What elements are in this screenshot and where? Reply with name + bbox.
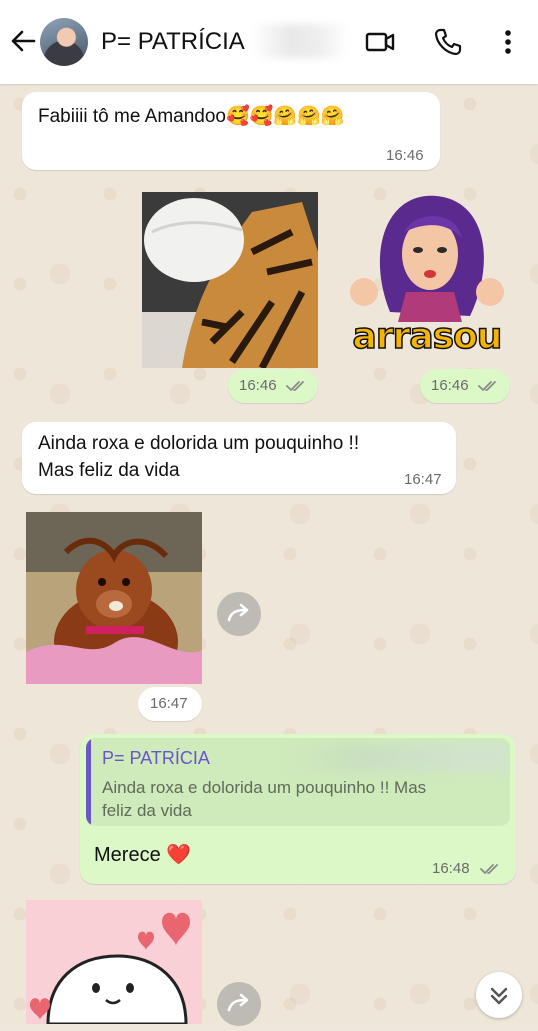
message-time-pill: 16:46 — [228, 369, 318, 403]
message-text-line2: Mas feliz da vida — [38, 460, 180, 481]
quote-accent-bar — [86, 738, 91, 826]
message-time-pill: 16:47 — [138, 687, 202, 721]
message-time-pill: 16:46 — [420, 369, 510, 403]
double-chevron-down-icon — [490, 987, 508, 1005]
message-time: 16:47 — [404, 471, 442, 488]
message-time: 16:46 — [239, 377, 277, 394]
message-text: Fabiiii tô me Amandoo🥰🥰🤗🤗🤗 — [38, 106, 345, 127]
quote-author-redaction-blur — [290, 744, 510, 772]
quoted-message[interactable]: P= PATRÍCIA Ainda roxa e dolorida um pou… — [86, 738, 510, 826]
message-time: 16:46 — [431, 377, 469, 394]
hearts-sticker-art — [30, 912, 190, 1024]
sticker-message-arrasou[interactable]: arrasou — [346, 192, 508, 364]
message-text-line1: Ainda roxa e dolorida um pouquinho !! — [38, 433, 360, 454]
contact-name[interactable]: P= PATRÍCIA — [101, 28, 245, 56]
forward-icon — [227, 993, 249, 1012]
back-arrow-icon[interactable] — [8, 26, 38, 56]
forward-button[interactable] — [217, 982, 261, 1026]
scroll-to-bottom-button[interactable] — [476, 972, 522, 1018]
message-time: 16:48 — [432, 860, 470, 877]
quote-author: P= PATRÍCIA — [102, 748, 210, 768]
incoming-message-bubble[interactable]: Ainda roxa e dolorida um pouquinho !! Ma… — [22, 422, 456, 494]
phone-icon[interactable] — [432, 26, 464, 58]
message-text: Merece ❤️ — [94, 844, 192, 866]
message-time: 16:47 — [150, 695, 188, 712]
quote-text: Ainda roxa e dolorida um pouquinho !! Ma… — [102, 776, 502, 822]
sticker-message-hearts[interactable] — [26, 900, 202, 1024]
read-receipt-icon — [286, 381, 304, 392]
quote-line2: feliz da vida — [102, 801, 192, 820]
name-redaction-blur — [252, 24, 348, 58]
read-receipt-icon — [480, 864, 498, 875]
read-receipt-icon — [478, 381, 496, 392]
orangutan-photo — [26, 512, 202, 684]
forward-button[interactable] — [217, 592, 261, 636]
forward-icon — [227, 603, 249, 622]
contact-avatar[interactable] — [40, 18, 88, 66]
tiger-photo — [142, 192, 318, 368]
message-time: 16:46 — [386, 147, 424, 164]
quote-line1: Ainda roxa e dolorida um pouquinho !! Ma… — [102, 778, 427, 797]
sticker-caption: arrasou — [352, 315, 503, 358]
more-vert-icon[interactable] — [492, 26, 524, 58]
video-call-icon[interactable] — [364, 26, 396, 58]
image-message-tiger[interactable] — [142, 192, 318, 368]
sticker-message-orangutan[interactable] — [26, 512, 202, 684]
chat-header: P= PATRÍCIA — [0, 0, 538, 84]
incoming-message-bubble[interactable]: Fabiiii tô me Amandoo🥰🥰🤗🤗🤗 16:46 — [22, 92, 440, 170]
